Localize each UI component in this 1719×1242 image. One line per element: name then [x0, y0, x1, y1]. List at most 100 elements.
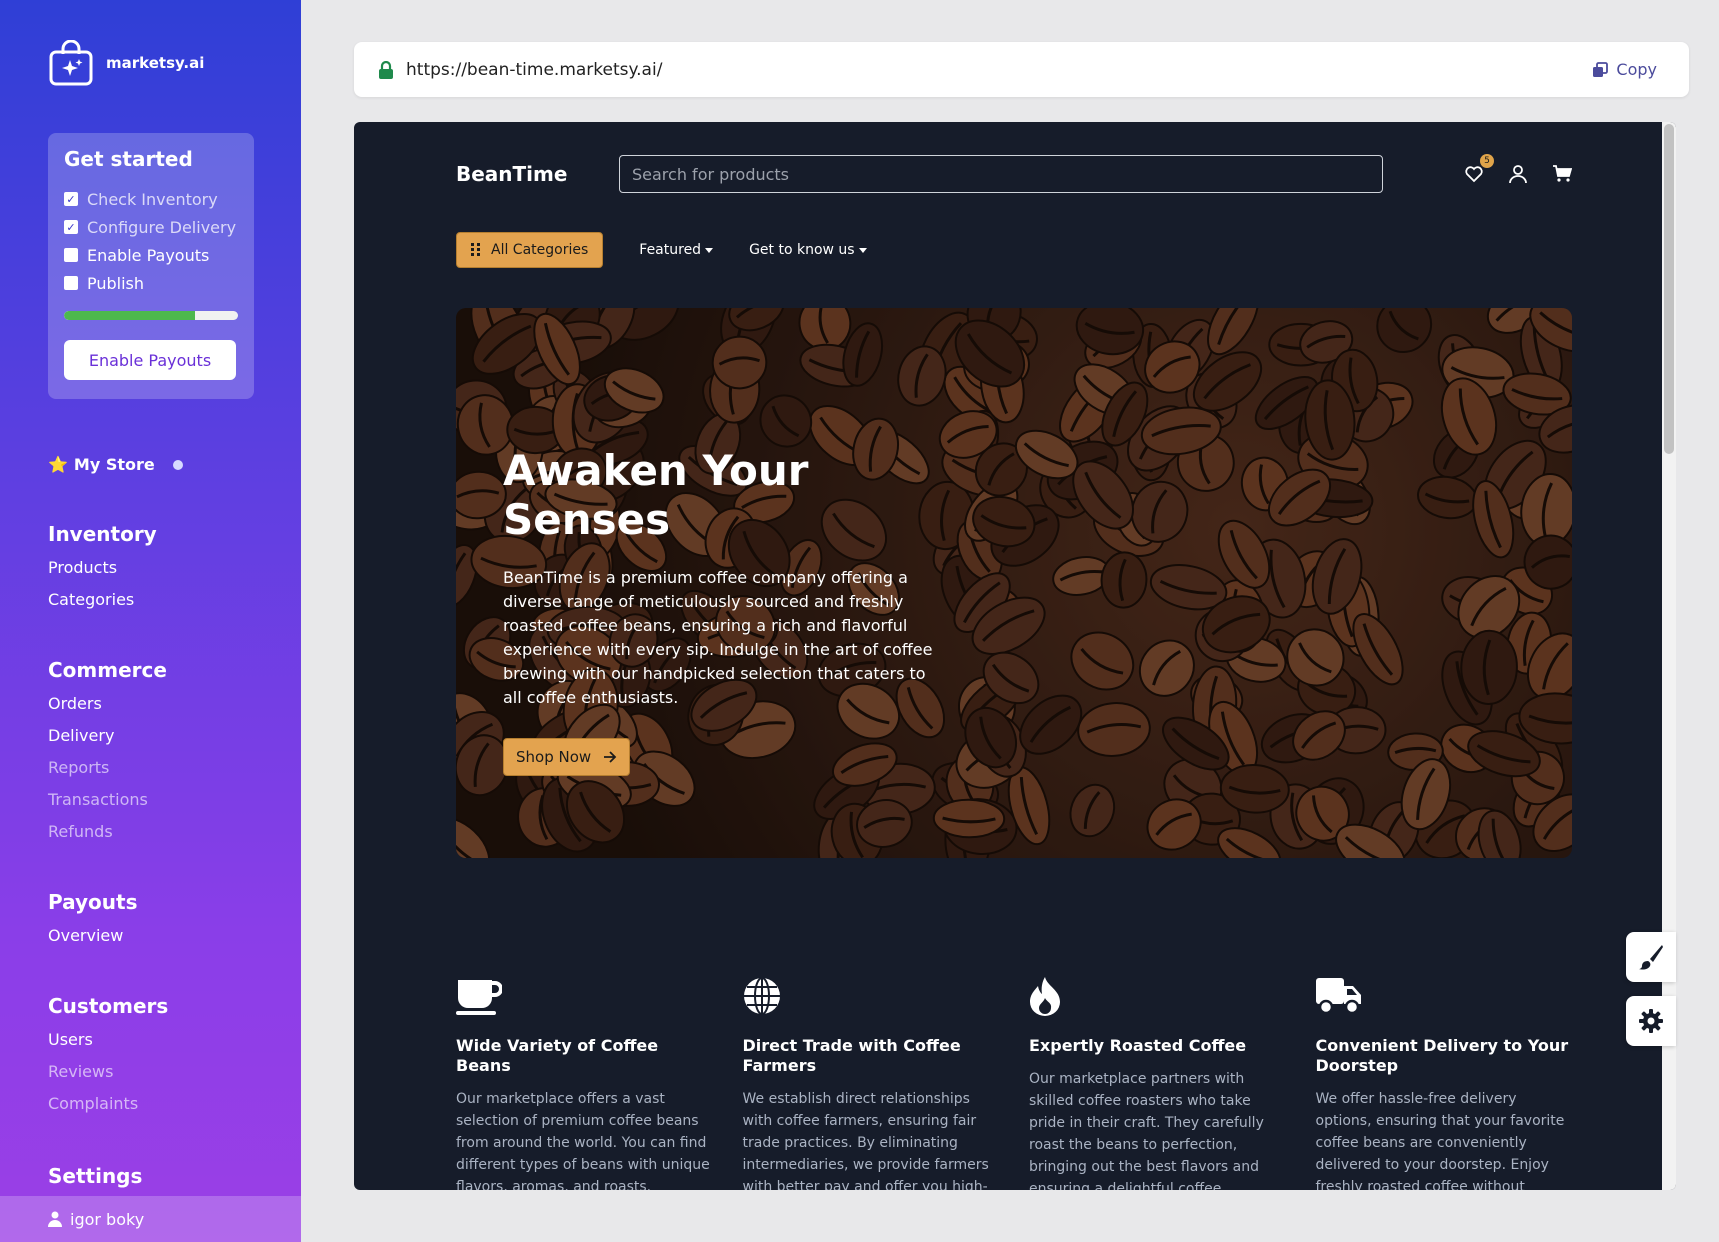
feature-card: Convenient Delivery to Your Doorstep We …: [1315, 976, 1573, 1190]
hero-title: Awaken Your Senses: [503, 446, 809, 544]
checklist-label: Configure Delivery: [87, 217, 237, 237]
globe-icon: [743, 977, 780, 1015]
checklist-label: Publish: [87, 273, 145, 293]
store-url[interactable]: https://bean-time.marketsy.ai/: [406, 60, 1592, 80]
store-url-bar: https://bean-time.marketsy.ai/ Copy: [354, 42, 1689, 97]
checkbox-checked-icon[interactable]: ✓: [64, 220, 78, 234]
enable-payouts-button[interactable]: Enable Payouts: [64, 340, 236, 380]
feature-title: Expertly Roasted Coffee: [1029, 1036, 1247, 1055]
checklist-item-configure-delivery[interactable]: ✓ Configure Delivery: [64, 213, 238, 241]
sidebar-item-categories[interactable]: Categories: [48, 584, 157, 616]
copy-icon: [1593, 61, 1609, 77]
hero-description: BeanTime is a premium coffee company off…: [503, 568, 933, 707]
nav-heading-commerce: Commerce: [48, 658, 167, 682]
feature-text: Our marketplace offers a vast selection …: [456, 1091, 710, 1190]
side-tools: [1626, 932, 1676, 1046]
checklist-item-check-inventory[interactable]: ✓ Check Inventory: [64, 185, 238, 213]
copy-label: Copy: [1616, 60, 1657, 79]
grid-icon: [471, 243, 480, 256]
user-name: igor boky: [70, 1209, 145, 1229]
lock-icon: [379, 60, 393, 79]
checklist-item-enable-payouts[interactable]: Enable Payouts: [64, 241, 238, 269]
truck-icon: [1315, 978, 1361, 1015]
setup-progress-fill: [64, 311, 195, 320]
sidebar-item-refunds[interactable]: Refunds: [48, 816, 167, 848]
header-icons: 5: [1464, 154, 1573, 184]
my-store-link[interactable]: ⭐ My Store: [48, 455, 183, 474]
checklist-item-publish[interactable]: Publish: [64, 269, 238, 297]
features-section: Wide Variety of Coffee Beans Our marketp…: [456, 976, 1572, 1190]
brand-name: marketsy.ai: [106, 54, 205, 72]
copy-url-button[interactable]: Copy: [1592, 60, 1657, 79]
nav-heading-settings: Settings: [48, 1164, 143, 1188]
feature-title: Direct Trade with Coffee Farmers: [742, 1036, 961, 1075]
sidebar-item-overview[interactable]: Overview: [48, 920, 137, 952]
cart-button[interactable]: [1552, 164, 1573, 184]
feature-text: Our marketplace partners with skilled co…: [1029, 1071, 1264, 1190]
checkbox-unchecked-icon[interactable]: [64, 248, 78, 262]
get-started-title: Get started: [64, 147, 193, 171]
feature-title: Convenient Delivery to Your Doorstep: [1315, 1036, 1569, 1075]
nav-section-inventory: Inventory Products Categories: [48, 522, 157, 616]
user-icon: [1509, 165, 1527, 184]
get-to-know-us-dropdown[interactable]: Get to know us: [749, 242, 867, 258]
nav-section-commerce: Commerce Orders Delivery Reports Transac…: [48, 658, 167, 848]
get-to-know-us-label: Get to know us: [749, 242, 855, 258]
feature-text: We offer hassle-free delivery options, e…: [1315, 1091, 1565, 1190]
all-categories-button[interactable]: All Categories: [456, 232, 604, 268]
setup-progress-bar: [64, 311, 238, 320]
storefront-preview: BeanTime 5: [354, 122, 1676, 1190]
brand[interactable]: marketsy.ai: [48, 40, 204, 86]
customize-theme-button[interactable]: [1626, 932, 1676, 982]
coffee-cup-icon: [456, 980, 503, 1015]
sidebar-item-users[interactable]: Users: [48, 1024, 168, 1056]
account-button[interactable]: [1508, 164, 1528, 184]
settings-button[interactable]: [1626, 996, 1676, 1046]
sidebar: marketsy.ai Get started ✓ Check Inventor…: [0, 0, 301, 1242]
all-categories-label: All Categories: [491, 242, 589, 258]
my-store-label: My Store: [73, 455, 155, 474]
sidebar-item-products[interactable]: Products: [48, 552, 157, 584]
sidebar-item-delivery[interactable]: Delivery: [48, 720, 167, 752]
star-icon: ⭐: [48, 455, 68, 474]
feature-card: Expertly Roasted Coffee Our marketplace …: [1029, 976, 1286, 1190]
storefront-header: BeanTime 5: [456, 154, 1573, 194]
storefront-logo[interactable]: BeanTime: [456, 162, 619, 186]
wishlist-count-badge: 5: [1480, 154, 1494, 168]
featured-label: Featured: [639, 242, 702, 258]
nav-section-payouts: Payouts Overview: [48, 890, 137, 952]
product-search-input[interactable]: [619, 155, 1383, 193]
fire-icon: [1030, 977, 1060, 1016]
feature-card: Direct Trade with Coffee Farmers We esta…: [743, 976, 1000, 1190]
preview-scrollbar-thumb[interactable]: [1664, 124, 1674, 454]
checkbox-unchecked-icon[interactable]: [64, 276, 78, 290]
nav-heading-payouts: Payouts: [48, 890, 138, 914]
sidebar-item-reports[interactable]: Reports: [48, 752, 167, 784]
sidebar-item-reviews[interactable]: Reviews: [48, 1056, 168, 1088]
nav-section-customers: Customers Users Reviews Complaints: [48, 994, 168, 1120]
shop-now-label: Shop Now: [516, 748, 592, 766]
user-account[interactable]: igor boky: [0, 1196, 301, 1242]
checkbox-checked-icon[interactable]: ✓: [64, 192, 78, 206]
heart-icon: [1465, 166, 1483, 183]
sidebar-item-complaints[interactable]: Complaints: [48, 1088, 168, 1120]
feature-card: Wide Variety of Coffee Beans Our marketp…: [456, 976, 713, 1190]
featured-dropdown[interactable]: Featured: [639, 242, 714, 258]
arrow-right-icon: [604, 751, 617, 763]
feature-text: We establish direct relationships with c…: [742, 1091, 989, 1190]
get-started-card: Get started ✓ Check Inventory ✓ Configur…: [48, 133, 254, 399]
shopping-bag-sparkle-icon: [49, 40, 93, 86]
paintbrush-icon: [1639, 945, 1663, 970]
user-icon: [48, 1211, 62, 1227]
nav-section-settings: Settings: [48, 1164, 142, 1194]
nav-heading-customers: Customers: [48, 994, 169, 1018]
gear-icon: [1639, 1009, 1663, 1033]
feature-title: Wide Variety of Coffee Beans: [456, 1036, 659, 1075]
shop-now-button[interactable]: Shop Now: [503, 738, 631, 776]
sidebar-item-transactions[interactable]: Transactions: [48, 784, 167, 816]
wishlist-button[interactable]: 5: [1464, 154, 1494, 184]
caret-down-icon: [858, 247, 867, 253]
checklist-label: Enable Payouts: [87, 245, 210, 265]
status-dot: [172, 459, 183, 470]
sidebar-item-orders[interactable]: Orders: [48, 688, 167, 720]
